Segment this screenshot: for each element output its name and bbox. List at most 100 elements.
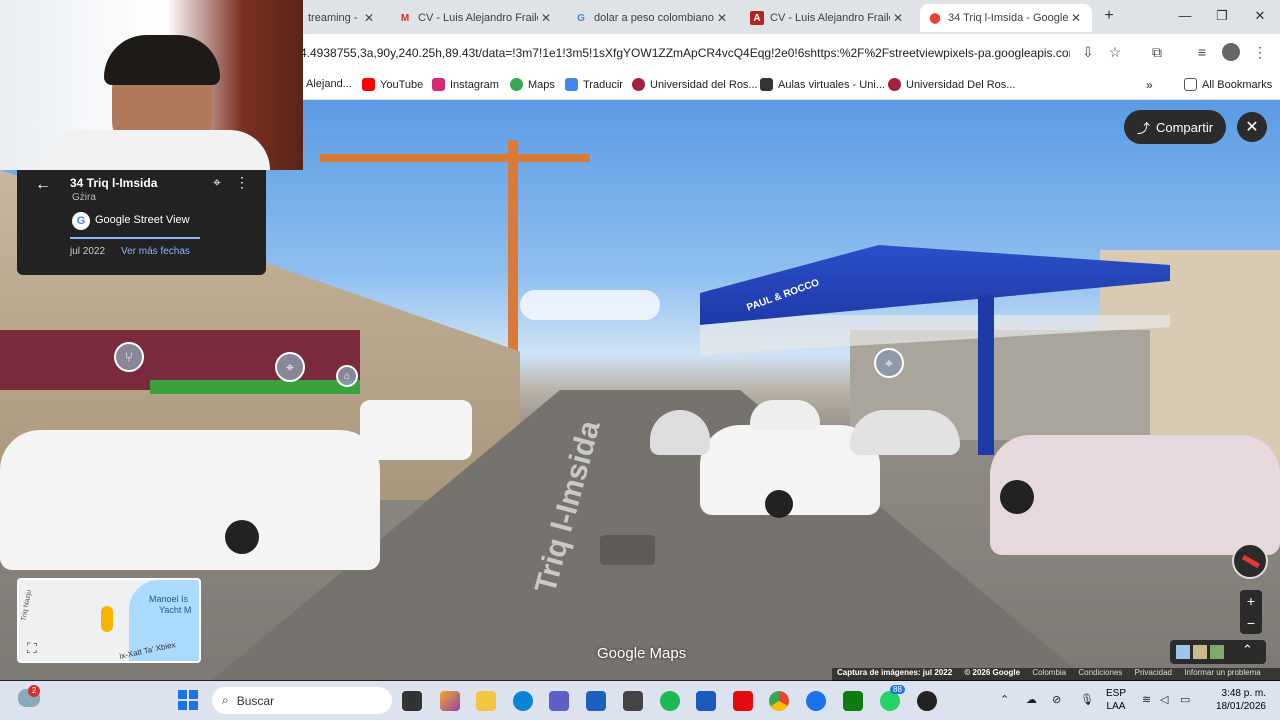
profile-avatar-icon[interactable]	[1222, 43, 1240, 61]
address-bar[interactable]: 4.4938755,3a,90y,240.25h,89.43t/data=!3m…	[300, 42, 1070, 64]
teams-icon[interactable]	[549, 691, 569, 711]
aulas-icon	[760, 78, 773, 91]
new-tab-icon[interactable]: +	[1099, 7, 1119, 25]
place-marker-icon[interactable]: ⌖	[874, 348, 904, 378]
tab-label: 34 Triq l-Imsida - Google M	[948, 12, 1068, 24]
more-dates-link[interactable]: Ver más fechas	[121, 246, 190, 257]
more-options-icon[interactable]: ⋮	[235, 174, 249, 191]
task-view-icon[interactable]	[402, 691, 422, 711]
share-icon: ⤴	[1136, 120, 1150, 136]
close-tab-icon[interactable]: ✕	[361, 11, 377, 25]
word-icon[interactable]	[696, 691, 716, 711]
app-icon[interactable]	[623, 691, 643, 711]
capture-date: jul 2022	[70, 246, 106, 257]
language-indicator[interactable]: ESP LAA	[1106, 687, 1126, 713]
bookmark-label: Traducir	[583, 78, 623, 91]
back-arrow-icon[interactable]: ←	[35, 176, 51, 194]
network-off-icon[interactable]: ⊘	[1052, 693, 1061, 706]
minimize-icon[interactable]: —	[1175, 8, 1195, 23]
close-window-icon[interactable]: ✕	[1250, 8, 1270, 24]
store-icon[interactable]	[586, 691, 606, 711]
extensions-icon[interactable]: ⧉	[1147, 44, 1167, 61]
volume-icon[interactable]: ◁	[1160, 693, 1168, 706]
youtube-icon	[362, 78, 375, 91]
bookmark-instagram[interactable]: Instagram	[432, 78, 499, 91]
file-explorer-icon[interactable]	[476, 691, 496, 711]
search-placeholder: Buscar	[236, 693, 275, 708]
translate-icon	[565, 78, 578, 91]
footer-link-privacy[interactable]: Privacidad	[1135, 668, 1172, 677]
bookmark-youtube[interactable]: YouTube	[362, 78, 423, 91]
bookmarks-overflow-icon[interactable]: »	[1146, 78, 1153, 92]
close-tab-icon[interactable]: ✕	[1068, 11, 1084, 25]
google-icon: G	[577, 12, 585, 24]
tab-label: dolar a peso colombiano h	[594, 12, 714, 24]
manhole-cover	[600, 535, 655, 565]
fullscreen-icon[interactable]: ⛶	[27, 640, 37, 657]
tab-streaming[interactable]: treaming - ✕	[300, 4, 385, 32]
clock-time: 3:48 p. m.	[1221, 688, 1266, 699]
bookmark-alejandro[interactable]: Alejand...	[306, 78, 352, 90]
whatsapp-icon[interactable]	[880, 691, 900, 711]
restaurant-marker-icon[interactable]: ⑂	[114, 342, 144, 372]
shopping-marker-icon[interactable]: ⌂	[336, 365, 358, 387]
bookmark-star-icon[interactable]: ☆	[1105, 44, 1125, 61]
chrome-icon[interactable]	[769, 691, 789, 711]
zoom-in-icon[interactable]: +	[1240, 590, 1262, 612]
location-pin-icon[interactable]: ⌖	[213, 174, 221, 191]
app-dark-icon[interactable]	[917, 691, 937, 711]
bookmark-universidad-2[interactable]: Universidad Del Ros...	[888, 78, 1015, 91]
copilot-icon[interactable]	[440, 691, 460, 711]
place-title: 34 Triq l-Imsida	[70, 176, 158, 190]
maps-footer: Captura de imágenes: jul 2022 © 2026 Goo…	[832, 668, 1280, 681]
close-tab-icon[interactable]: ✕	[714, 11, 730, 25]
edge-icon[interactable]	[513, 691, 533, 711]
tab-maps-active[interactable]: ⬤ 34 Triq l-Imsida - Google M ✕	[920, 4, 1092, 32]
zoom-out-icon[interactable]: −	[1240, 612, 1262, 634]
all-bookmarks[interactable]: All Bookmarks	[1184, 78, 1272, 91]
xbox-icon[interactable]	[843, 691, 863, 711]
close-tab-icon[interactable]: ✕	[538, 11, 554, 25]
bookmark-universidad-1[interactable]: Universidad del Ros...	[632, 78, 758, 91]
footer-link-terms[interactable]: Condiciones	[1078, 668, 1122, 677]
footer-link-colombia[interactable]: Colombia	[1032, 668, 1066, 677]
onedrive-icon[interactable]: ☁	[1026, 693, 1037, 706]
close-streetview-icon[interactable]: ✕	[1237, 112, 1267, 142]
netflix-icon[interactable]	[733, 691, 753, 711]
tab-dolar[interactable]: G dolar a peso colombiano h ✕	[566, 4, 738, 32]
restore-icon[interactable]: ❐	[1212, 8, 1232, 24]
clock[interactable]: 3:48 p. m. 18/01/2026	[1208, 687, 1266, 713]
menu-kebab-icon[interactable]: ⋮	[1250, 44, 1270, 61]
tab-label: CV - Luis Alejandro Fraile A	[418, 12, 538, 24]
canopy-pillar	[978, 295, 994, 455]
wifi-icon[interactable]: ≋	[1142, 693, 1151, 706]
footer-link-report[interactable]: Informar un problema	[1184, 668, 1260, 677]
compass-icon[interactable]	[1232, 543, 1268, 579]
expand-up-icon[interactable]: ⌃	[1242, 642, 1253, 658]
app-blue-icon[interactable]	[806, 691, 826, 711]
layers-panel[interactable]: ⌃	[1170, 640, 1266, 664]
close-tab-icon[interactable]: ✕	[890, 11, 906, 25]
place-marker-icon[interactable]: ⌖	[275, 352, 305, 382]
share-button[interactable]: ⤴ Compartir	[1124, 110, 1226, 144]
bookmark-traducir[interactable]: Traducir	[565, 78, 623, 91]
mini-map[interactable]: Manoel Is Yacht M Triq Nazju ix-Xatt Ta'…	[17, 578, 201, 663]
minimap-label: Manoel Is	[149, 594, 189, 604]
layer-map-icon[interactable]	[1176, 645, 1190, 659]
taskbar-search[interactable]: ⌕ Buscar	[212, 687, 392, 714]
spotify-icon[interactable]	[660, 691, 680, 711]
microphone-icon[interactable]: 🎙	[1080, 693, 1094, 706]
battery-icon[interactable]: ▭	[1180, 693, 1190, 706]
layer-satellite-icon[interactable]	[1193, 645, 1207, 659]
clock-date: 18/01/2026	[1215, 701, 1266, 712]
windows-start-icon[interactable]	[178, 690, 198, 710]
tray-overflow-icon[interactable]: ⌃	[1000, 693, 1009, 706]
google-logo-icon: G	[72, 212, 90, 230]
layer-terrain-icon[interactable]	[1210, 645, 1224, 659]
bookmark-maps[interactable]: Maps	[510, 78, 555, 91]
tab-pdf-cv[interactable]: A CV - Luis Alejandro Fraile A ✕	[742, 4, 914, 32]
tab-gmail-cv[interactable]: M CV - Luis Alejandro Fraile A ✕	[390, 4, 562, 32]
bookmark-aulas[interactable]: Aulas virtuales - Uni...	[760, 78, 885, 91]
media-control-icon[interactable]: ≡	[1192, 44, 1212, 60]
install-app-icon[interactable]: ⇩	[1078, 44, 1098, 61]
